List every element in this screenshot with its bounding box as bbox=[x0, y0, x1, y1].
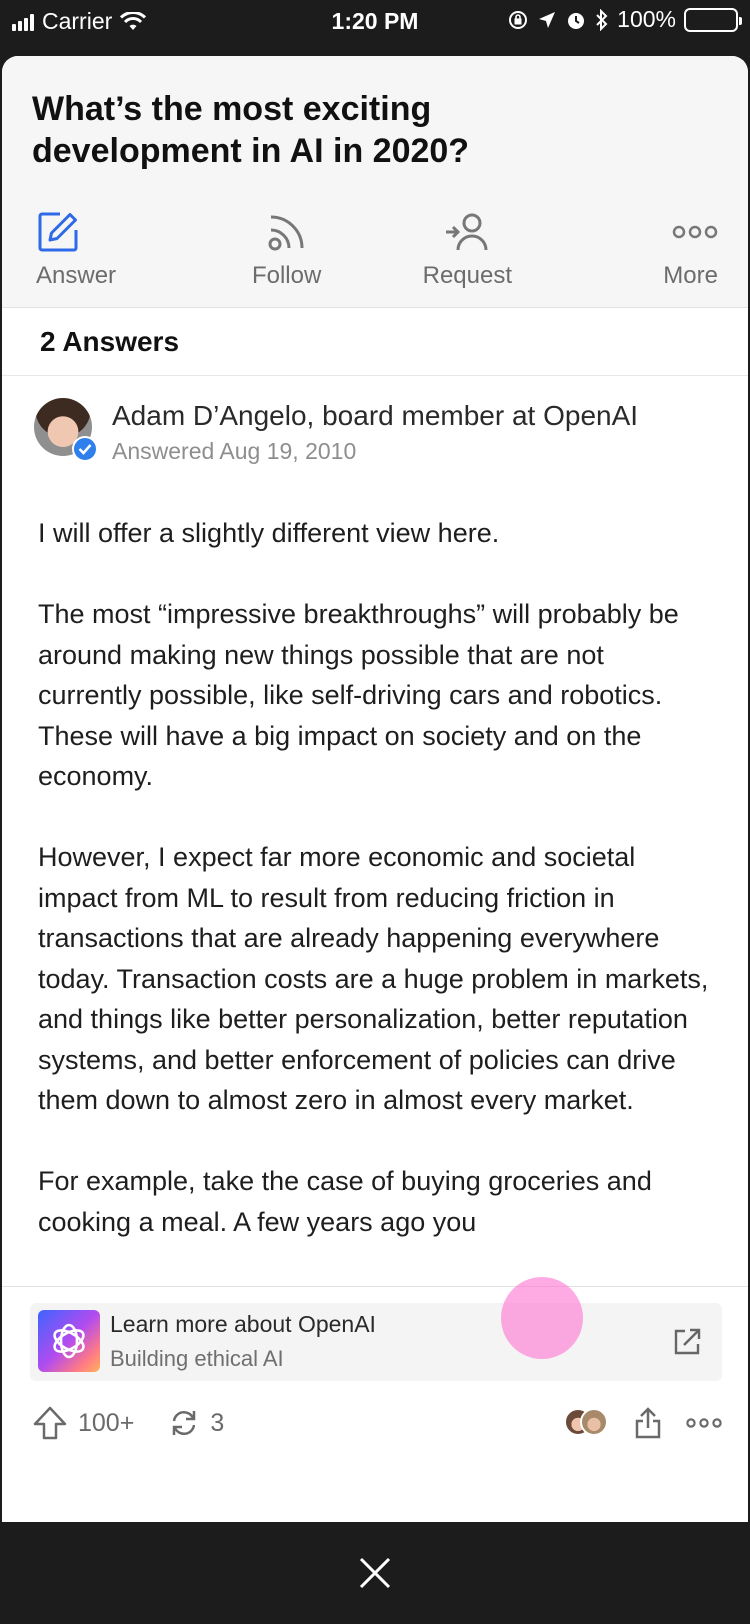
edit-pencil-icon bbox=[36, 208, 80, 256]
close-bar bbox=[0, 1522, 750, 1624]
reshare-button[interactable]: 3 bbox=[168, 1407, 224, 1439]
battery-icon bbox=[684, 7, 742, 32]
reshare-icon bbox=[173, 1411, 196, 1435]
action-bar: Answer Follow Request More bbox=[32, 208, 718, 290]
promo-title: Learn more about OpenAI bbox=[110, 1311, 376, 1337]
rss-follow-icon bbox=[267, 208, 307, 256]
answer-date: Answered Aug 19, 2010 bbox=[112, 438, 357, 464]
touch-indicator bbox=[501, 1277, 583, 1359]
answer-paragraph: I will offer a slightly different view h… bbox=[38, 518, 500, 548]
answer-paragraph: However, I expect far more economic and … bbox=[38, 842, 709, 1115]
answer-paragraph: The most “impressive breakthroughs” will… bbox=[38, 599, 679, 791]
status-bar: Carrier 1:20 PM 100% bbox=[0, 0, 750, 56]
answer-button[interactable]: Answer bbox=[36, 208, 176, 290]
upvoter-avatars[interactable] bbox=[564, 1408, 610, 1438]
avatar[interactable] bbox=[34, 398, 98, 462]
answer-label: Answer bbox=[36, 262, 117, 289]
upvote-arrow-icon bbox=[33, 1406, 67, 1440]
follow-label: Follow bbox=[251, 262, 322, 289]
answer-body: I will offer a slightly different view h… bbox=[2, 513, 748, 1242]
request-person-icon bbox=[444, 208, 490, 256]
answer-author[interactable]: Adam D’Angelo, board member at OpenAI An… bbox=[2, 376, 748, 465]
openai-logo-icon bbox=[38, 1310, 100, 1372]
verified-check-icon bbox=[72, 436, 98, 462]
question-sheet: What’s the most exciting development in … bbox=[2, 56, 748, 1522]
more-button[interactable]: More bbox=[578, 208, 718, 290]
more-dots-icon[interactable] bbox=[686, 1416, 722, 1430]
external-link-icon[interactable] bbox=[672, 1327, 702, 1362]
promo-area: Learn more about OpenAI Building ethical… bbox=[2, 1277, 748, 1522]
rotation-lock-icon bbox=[509, 10, 528, 29]
more-dots-icon bbox=[672, 208, 718, 256]
promo-subtitle: Building ethical AI bbox=[110, 1346, 284, 1371]
close-icon[interactable] bbox=[358, 1556, 392, 1590]
location-icon bbox=[539, 11, 556, 28]
follow-button[interactable]: Follow bbox=[217, 208, 357, 290]
alarm-icon bbox=[568, 12, 585, 29]
answer-footer: 100+ 3 bbox=[32, 1399, 722, 1447]
answer-paragraph: For example, take the case of buying gro… bbox=[38, 1166, 652, 1237]
request-button[interactable]: Request bbox=[397, 208, 537, 290]
upvote-count: 100+ bbox=[78, 1408, 135, 1437]
more-label: More bbox=[663, 262, 718, 289]
battery-percent: 100% bbox=[617, 6, 676, 32]
request-label: Request bbox=[422, 262, 512, 289]
bluetooth-icon bbox=[596, 8, 608, 31]
reshare-count: 3 bbox=[210, 1408, 225, 1437]
upvote-button[interactable]: 100+ bbox=[32, 1405, 134, 1441]
answers-count: 2 Answers bbox=[2, 308, 748, 376]
promo-card[interactable]: Learn more about OpenAI Building ethical… bbox=[30, 1277, 722, 1381]
question-title: What’s the most exciting development in … bbox=[32, 90, 470, 170]
avatar bbox=[580, 1408, 608, 1436]
share-icon[interactable] bbox=[634, 1406, 662, 1440]
author-name[interactable]: Adam D’Angelo, board member at OpenAI bbox=[112, 400, 638, 432]
question-header: What’s the most exciting development in … bbox=[2, 56, 748, 308]
